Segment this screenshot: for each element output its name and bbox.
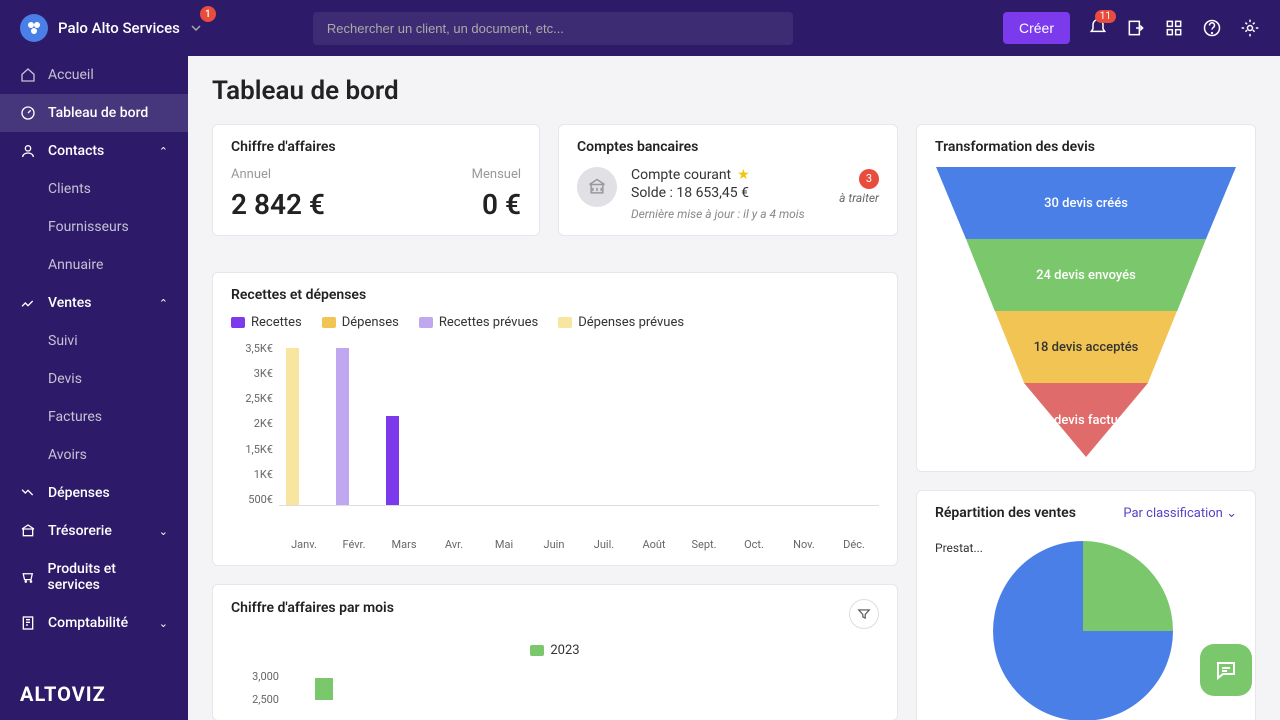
chart-legend: Recettes Dépenses Recettes prévues Dépen… bbox=[231, 315, 879, 330]
funnel-stage: 24 devis envoyés bbox=[966, 239, 1206, 311]
brand-name: Palo Alto Services bbox=[58, 19, 180, 37]
sales-filter-dropdown[interactable]: Par classification ⌄ bbox=[1123, 506, 1237, 521]
apps-icon[interactable] bbox=[1164, 18, 1184, 38]
monthly-value: 0 € bbox=[391, 188, 521, 221]
contacts-icon bbox=[20, 143, 36, 159]
brand[interactable]: Palo Alto Services 1 bbox=[20, 14, 202, 42]
funnel-stage: 17 devis facturés bbox=[1024, 383, 1148, 457]
notification-badge: 11 bbox=[1095, 10, 1116, 23]
funnel-chart: 30 devis créés 24 devis envoyés 18 devis… bbox=[935, 167, 1237, 457]
star-icon: ★ bbox=[737, 167, 750, 183]
nav-home[interactable]: Accueil bbox=[0, 56, 188, 94]
chart-plot bbox=[279, 342, 879, 506]
treasury-icon bbox=[20, 523, 36, 539]
notifications-icon[interactable]: 11 bbox=[1088, 18, 1108, 38]
main-content: Tableau de bord Chiffre d'affaires Annue… bbox=[188, 56, 1280, 720]
x-axis: Janv.Févr.MarsAvr.MaiJuinJuil.AoûtSept.O… bbox=[279, 538, 879, 551]
filter-icon bbox=[857, 607, 871, 621]
settings-icon[interactable] bbox=[1240, 18, 1260, 38]
nav-invoices[interactable]: Factures bbox=[0, 398, 188, 436]
brand-badge: 1 bbox=[200, 6, 216, 22]
search-wrap bbox=[313, 12, 793, 45]
top-actions: Créer 11 bbox=[1003, 12, 1260, 44]
funnel-card: Transformation des devis 30 devis créés … bbox=[916, 124, 1256, 472]
chat-icon bbox=[1214, 658, 1238, 682]
nav-treasury[interactable]: Trésorerie⌄ bbox=[0, 512, 188, 550]
nav-accounting[interactable]: Comptabilité⌄ bbox=[0, 604, 188, 642]
footer-logo: ALTOVIZ bbox=[20, 682, 168, 706]
nav-clients[interactable]: Clients bbox=[0, 170, 188, 208]
pie-chart bbox=[993, 541, 1173, 720]
funnel-title: Transformation des devis bbox=[935, 139, 1237, 155]
bank-icon bbox=[577, 167, 617, 207]
bank-balance: Solde : 18 653,45 € bbox=[631, 185, 825, 201]
nav-quotes[interactable]: Devis bbox=[0, 360, 188, 398]
nav-products[interactable]: Produits et services bbox=[0, 550, 188, 604]
bank-account-name: Compte courant bbox=[631, 167, 731, 183]
revenue-title: Chiffre d'affaires bbox=[231, 139, 521, 155]
topbar: Palo Alto Services 1 Créer 11 bbox=[0, 0, 1280, 56]
chevron-down-icon: ⌄ bbox=[1226, 506, 1237, 521]
sidebar: Accueil Tableau de bord Contacts⌃ Client… bbox=[0, 56, 188, 720]
expenses-icon bbox=[20, 485, 36, 501]
bank-title: Comptes bancaires bbox=[577, 139, 879, 155]
chevron-down-icon: ⌄ bbox=[159, 525, 168, 538]
sales-dist-title: Répartition des ventes bbox=[935, 505, 1076, 521]
funnel-stage: 18 devis acceptés bbox=[995, 311, 1177, 383]
brand-icon bbox=[20, 14, 48, 42]
nav-credits[interactable]: Avoirs bbox=[0, 436, 188, 474]
chevron-up-icon: ⌃ bbox=[159, 297, 168, 310]
nav-suppliers[interactable]: Fournisseurs bbox=[0, 208, 188, 246]
sales-icon bbox=[20, 295, 36, 311]
bank-card: Comptes bancaires Compte courant ★ Solde … bbox=[558, 124, 898, 236]
annual-value: 2 842 € bbox=[231, 188, 361, 221]
chart-title: Recettes et dépenses bbox=[231, 287, 879, 303]
annual-label: Annuel bbox=[231, 167, 361, 182]
pending-count: 3 bbox=[859, 169, 879, 189]
help-icon[interactable] bbox=[1202, 18, 1222, 38]
chevron-down-icon bbox=[190, 22, 202, 34]
nav-tracking[interactable]: Suivi bbox=[0, 322, 188, 360]
chat-button[interactable] bbox=[1200, 644, 1252, 696]
cart-icon bbox=[20, 569, 36, 585]
search-input[interactable] bbox=[313, 12, 793, 45]
chevron-down-icon: ⌄ bbox=[159, 617, 168, 630]
page-title: Tableau de bord bbox=[212, 76, 1256, 106]
income-expense-chart: Recettes et dépenses Recettes Dépenses R… bbox=[212, 272, 898, 566]
bank-pending[interactable]: 3 à traiter bbox=[839, 167, 879, 205]
y-axis: 3,5K€3K€2,5K€2K€1,5K€1K€500€ bbox=[231, 342, 279, 506]
ca-month-title: Chiffre d'affaires par mois bbox=[231, 600, 394, 616]
export-icon[interactable] bbox=[1126, 18, 1146, 38]
chevron-up-icon: ⌃ bbox=[159, 145, 168, 158]
revenue-card: Chiffre d'affaires Annuel 2 842 € Mensue… bbox=[212, 124, 540, 236]
funnel-stage: 30 devis créés bbox=[936, 167, 1236, 239]
pending-label: à traiter bbox=[839, 191, 879, 205]
revenue-by-month-card: Chiffre d'affaires par mois 2023 3,000 2… bbox=[212, 584, 898, 720]
sidebar-footer: ALTOVIZ bbox=[0, 672, 188, 720]
pie-slice-label: Prestat... bbox=[935, 541, 983, 555]
create-button[interactable]: Créer bbox=[1003, 12, 1070, 44]
nav-contacts[interactable]: Contacts⌃ bbox=[0, 132, 188, 170]
nav-expenses[interactable]: Dépenses bbox=[0, 474, 188, 512]
bank-update: Dernière mise à jour : il y a 4 mois bbox=[631, 207, 825, 221]
home-icon bbox=[20, 67, 36, 83]
nav-dashboard[interactable]: Tableau de bord bbox=[0, 94, 188, 132]
filter-button[interactable] bbox=[849, 599, 879, 629]
nav-sales[interactable]: Ventes⌃ bbox=[0, 284, 188, 322]
dashboard-icon bbox=[20, 105, 36, 121]
monthly-label: Mensuel bbox=[391, 167, 521, 182]
nav-directory[interactable]: Annuaire bbox=[0, 246, 188, 284]
accounting-icon bbox=[20, 615, 36, 631]
